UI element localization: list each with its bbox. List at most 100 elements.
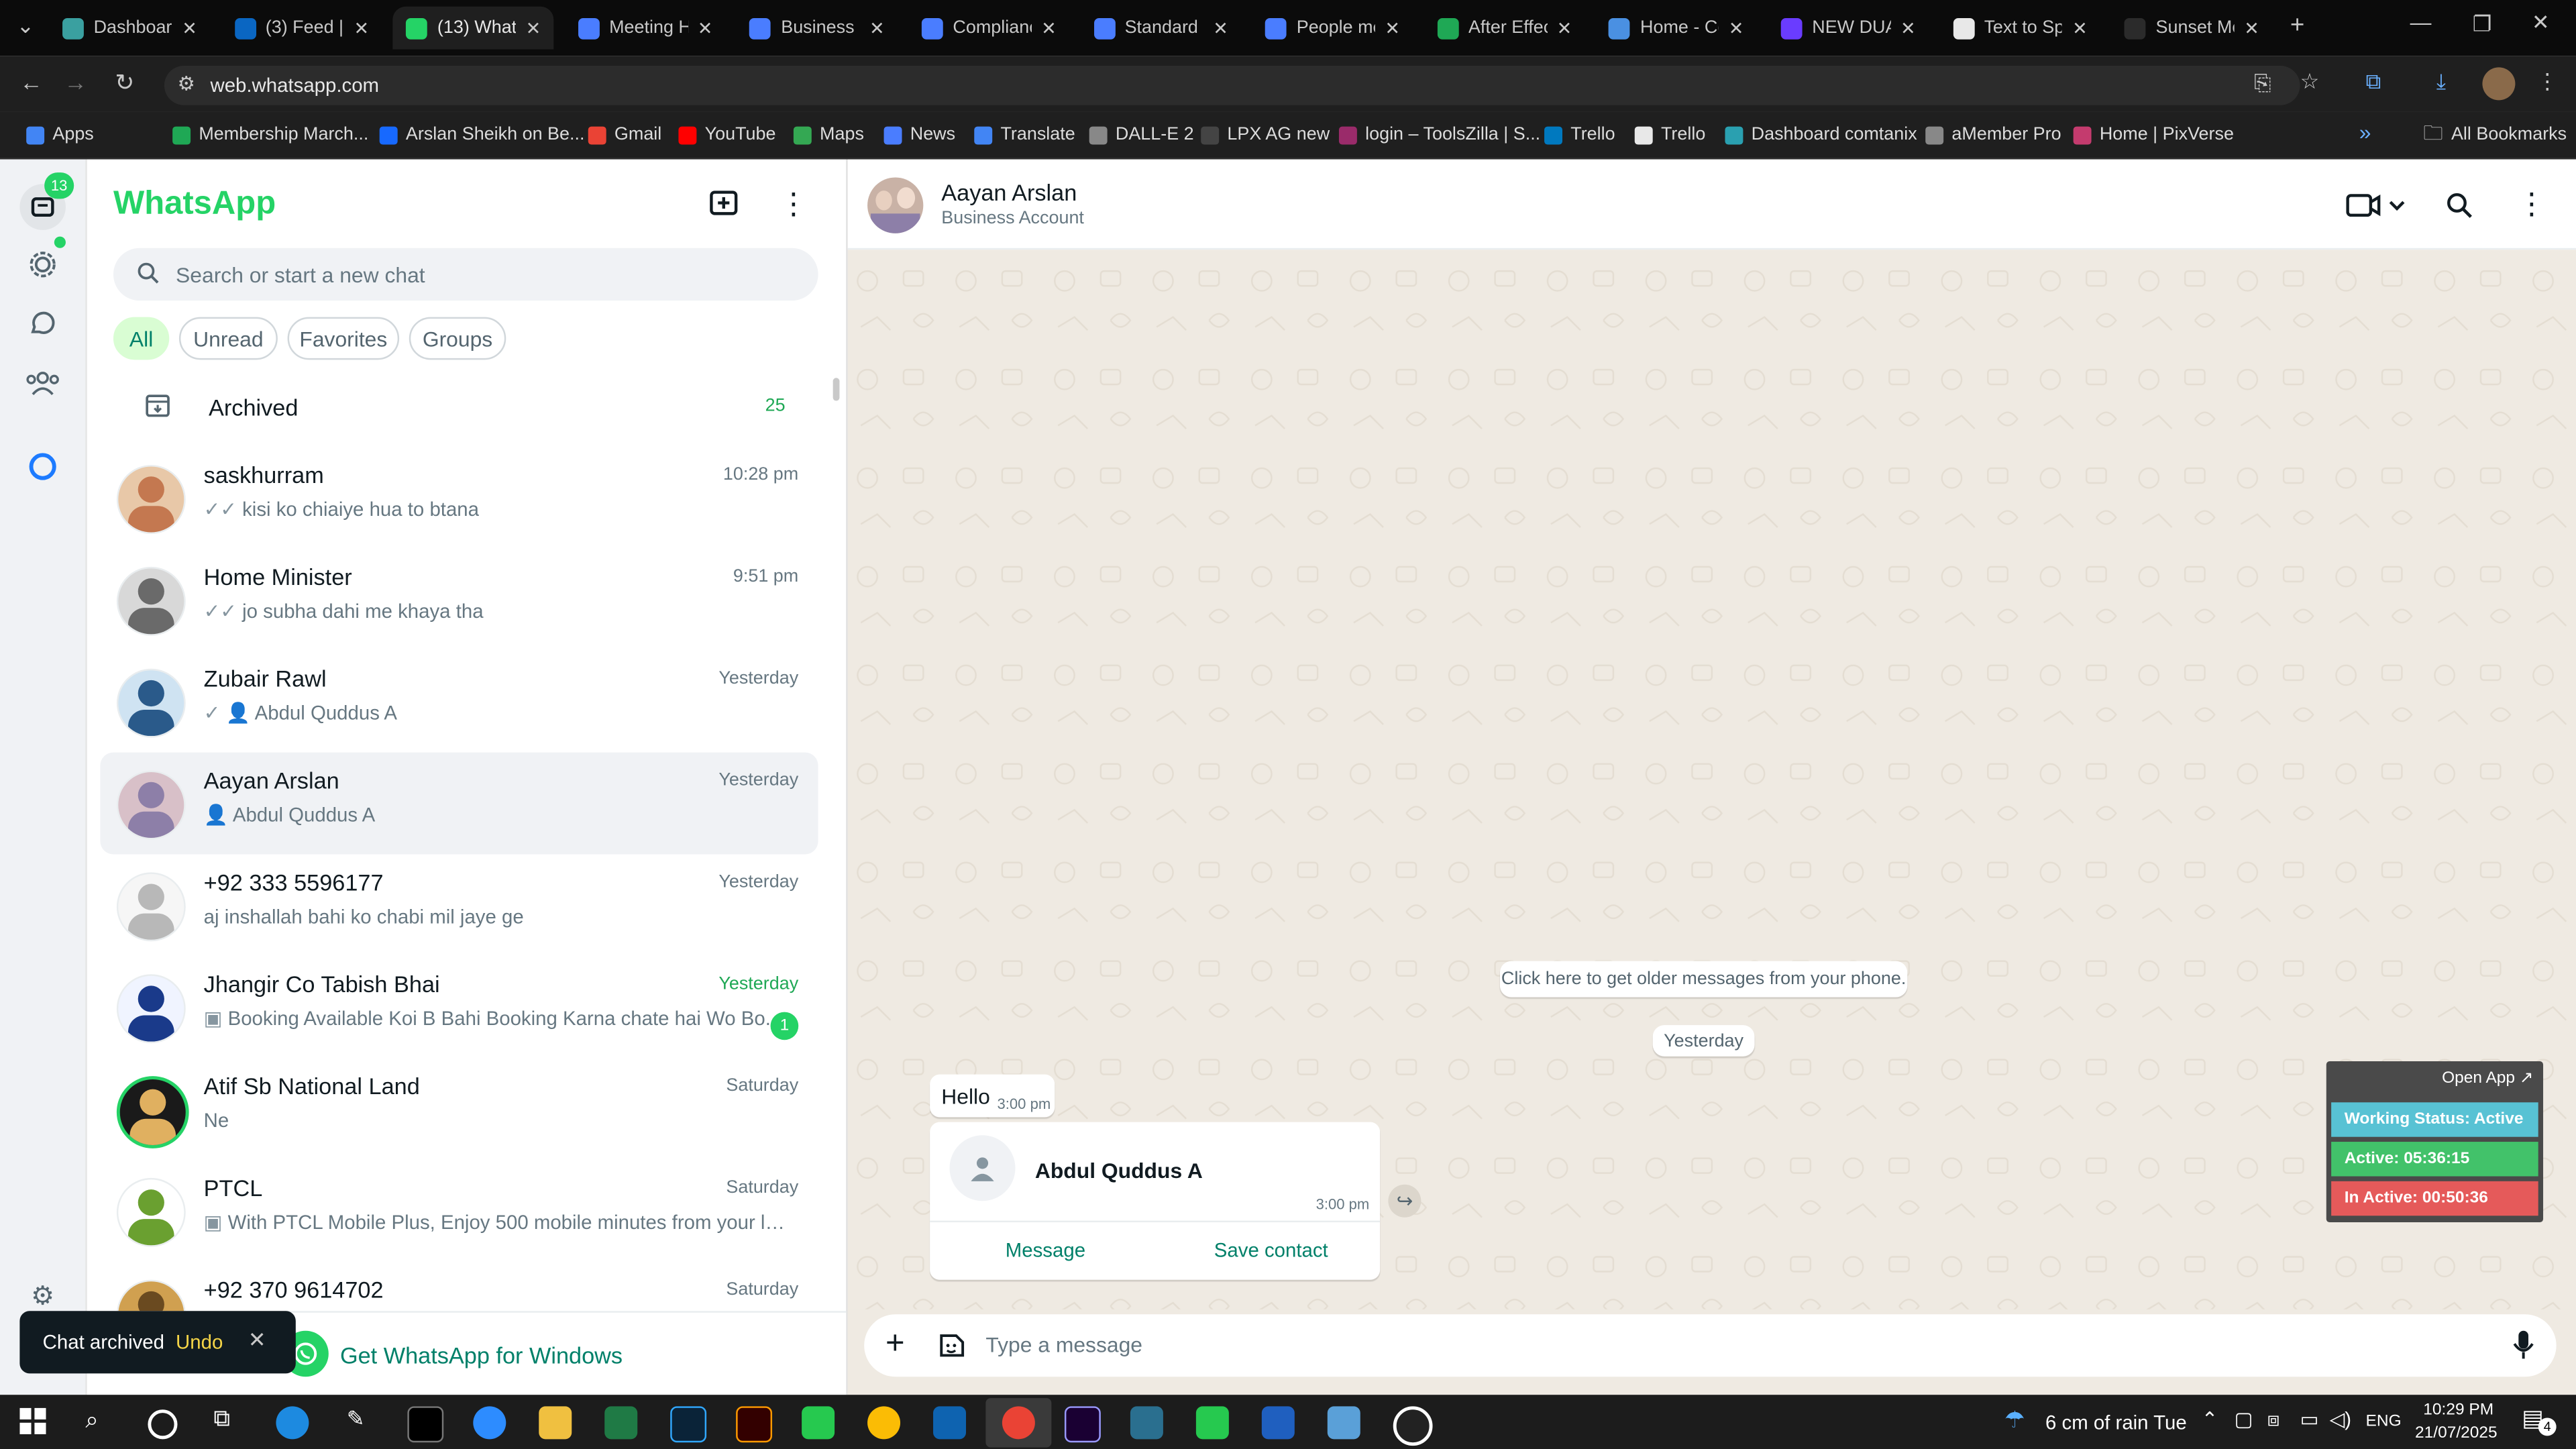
- browser-tab[interactable]: Business T ✕: [737, 7, 898, 50]
- older-messages-button[interactable]: Click here to get older messages from yo…: [1499, 961, 1908, 998]
- extensions-icon[interactable]: ⧉: [2366, 69, 2381, 95]
- tab-close-icon[interactable]: ✕: [1900, 17, 1916, 38]
- bookmark-item[interactable]: News: [883, 121, 955, 148]
- browser-tab[interactable]: Meeting H ✕: [565, 7, 726, 50]
- browser-tab[interactable]: Sunset Mo ✕: [2111, 7, 2272, 50]
- video-call-button[interactable]: [2346, 193, 2412, 219]
- chat-row[interactable]: Aayan Arslan Yesterday 👤 Abdul Quddus A: [100, 752, 818, 855]
- reload-icon[interactable]: ↻: [115, 69, 134, 97]
- bookmark-item[interactable]: Apps: [26, 121, 94, 148]
- browser-tab[interactable]: NEW DUA ✕: [1768, 7, 1929, 50]
- browser-tab[interactable]: Compliance ✕: [908, 7, 1069, 50]
- language-indicator[interactable]: ENG: [2366, 1413, 2402, 1431]
- word-icon[interactable]: [1261, 1406, 1295, 1440]
- chat-row[interactable]: PTCL Saturday ▣ With PTCL Mobile Plus, Enj…: [100, 1160, 818, 1262]
- back-icon[interactable]: ←: [19, 69, 42, 95]
- all-bookmarks[interactable]: 🗀 All Bookmarks: [2423, 121, 2567, 148]
- vscode-icon[interactable]: [933, 1406, 967, 1440]
- browser-tab[interactable]: Standard o ✕: [1080, 7, 1241, 50]
- contact-card-save-button[interactable]: Save contact: [1214, 1239, 1328, 1262]
- bookmark-item[interactable]: login – ToolsZilla | S...: [1338, 121, 1540, 148]
- status-icon[interactable]: [23, 245, 62, 284]
- browser-tab[interactable]: (13) WhatsApp ✕: [392, 6, 554, 50]
- photoshop-icon[interactable]: [670, 1406, 707, 1443]
- clock-time[interactable]: 10:29 PM: [2423, 1401, 2493, 1419]
- tab-close-icon[interactable]: ✕: [1385, 17, 1400, 38]
- clock-date[interactable]: 21/07/2025: [2415, 1424, 2498, 1442]
- tab-close-icon[interactable]: ✕: [182, 17, 197, 38]
- toast-close-icon[interactable]: ✕: [248, 1328, 266, 1354]
- filter-all[interactable]: All: [113, 317, 170, 360]
- omnibox[interactable]: ⚙ web.whatsapp.com: [164, 65, 2300, 105]
- volume-icon[interactable]: ◁): [2330, 1408, 2351, 1431]
- forward-icon[interactable]: ↪: [1388, 1184, 1421, 1218]
- browser-tab[interactable]: Home - Co ✕: [1596, 7, 1757, 50]
- bookmark-item[interactable]: Trello: [1544, 121, 1615, 148]
- conversation-menu-icon[interactable]: ⋮: [2517, 187, 2546, 221]
- new-chat-icon[interactable]: [708, 189, 741, 219]
- tab-close-icon[interactable]: ✕: [526, 17, 541, 38]
- settings-icon[interactable]: ⚙: [23, 1277, 62, 1316]
- filter-groups[interactable]: Groups: [409, 317, 506, 360]
- conversation-header[interactable]: [847, 159, 2576, 250]
- minimize-icon[interactable]: —: [2410, 10, 2432, 35]
- tab-close-icon[interactable]: ✕: [869, 17, 885, 38]
- archived-row[interactable]: Archived 25: [100, 378, 818, 437]
- tab-search-icon[interactable]: ⌄: [16, 13, 34, 40]
- attach-plus-icon[interactable]: +: [885, 1326, 905, 1363]
- chat-row[interactable]: Atif Sb National Land Saturday Ne: [100, 1058, 818, 1160]
- app-diamond-icon[interactable]: [1130, 1406, 1163, 1440]
- chat-row[interactable]: Home Minister 9:51 pm ✓✓ jo subha dahi me …: [100, 549, 818, 651]
- cortana-icon[interactable]: [148, 1409, 178, 1440]
- edge-icon[interactable]: [276, 1406, 309, 1440]
- install-app-icon[interactable]: ⎘: [2254, 70, 2271, 97]
- chatlist-menu-icon[interactable]: ⋮: [779, 187, 808, 221]
- tray-app-icon[interactable]: ▢: [2235, 1408, 2253, 1431]
- chrome-icon[interactable]: [867, 1406, 901, 1440]
- contact-card-message-button[interactable]: Message: [1006, 1239, 1085, 1262]
- chat-row[interactable]: Jhangir Co Tabish Bhai Yesterday ▣ Booking…: [100, 956, 818, 1058]
- bookmark-item[interactable]: LPX AG new: [1201, 121, 1330, 148]
- excel-icon[interactable]: [604, 1406, 638, 1440]
- tab-close-icon[interactable]: ✕: [2072, 17, 2088, 38]
- calculator-icon[interactable]: [1327, 1406, 1360, 1440]
- chat-row[interactable]: Zubair Rawl Yesterday ✓ 👤 Abdul Quddus A: [100, 651, 818, 753]
- contact-card-bubble[interactable]: Abdul Quddus A 3:00 pm Message Save cont…: [930, 1122, 1381, 1280]
- bookmark-star-icon[interactable]: ☆: [2300, 69, 2320, 95]
- profile-avatar[interactable]: [2482, 67, 2516, 101]
- bookmark-item[interactable]: aMember Pro: [1925, 121, 2061, 148]
- taskbar-search-icon[interactable]: ⌕: [85, 1406, 98, 1434]
- tab-close-icon[interactable]: ✕: [1557, 17, 1572, 38]
- illustrator-icon[interactable]: [736, 1406, 773, 1443]
- bookmark-item[interactable]: Membership March...: [172, 121, 368, 148]
- filter-favorites[interactable]: Favorites: [287, 317, 400, 360]
- bookmark-item[interactable]: YouTube: [678, 121, 776, 148]
- browser-tab[interactable]: (3) Feed | L ✕: [221, 7, 382, 50]
- browser-tab[interactable]: People me ✕: [1252, 7, 1413, 50]
- zoom-icon[interactable]: [473, 1406, 506, 1440]
- task-view-icon[interactable]: ⧉: [213, 1405, 229, 1433]
- weather-text[interactable]: 6 cm of rain Tue: [2045, 1411, 2187, 1434]
- tray-meet-icon[interactable]: ⧈: [2267, 1408, 2280, 1433]
- chat-row[interactable]: +92 333 5596177 Yesterday aj inshallah bah…: [100, 854, 818, 956]
- terminal-icon[interactable]: [407, 1406, 444, 1443]
- meta-ai-icon[interactable]: [23, 447, 62, 486]
- chatlist-scrollbar[interactable]: [833, 378, 840, 401]
- green-app-icon[interactable]: [802, 1406, 835, 1440]
- pen-icon[interactable]: ✎: [347, 1406, 365, 1432]
- site-info-icon[interactable]: ⚙: [177, 72, 195, 95]
- widget-open-app-button[interactable]: Open App ↗: [2442, 1069, 2533, 1087]
- windows-start-icon[interactable]: [19, 1407, 46, 1434]
- get-windows-link[interactable]: Get WhatsApp for Windows: [340, 1342, 623, 1368]
- bookmark-item[interactable]: Trello: [1634, 121, 1705, 148]
- bookmark-item[interactable]: Arslan Sheikh on Be...: [379, 121, 584, 148]
- microphone-icon[interactable]: [2512, 1329, 2535, 1362]
- download-icon[interactable]: ⤓: [2436, 69, 2446, 95]
- message-input[interactable]: Type a message: [985, 1332, 1142, 1357]
- bookmark-item[interactable]: Home | PixVerse: [2073, 121, 2234, 148]
- tab-close-icon[interactable]: ✕: [1729, 17, 1744, 38]
- browser-tab[interactable]: Dashboard ✕: [49, 7, 210, 50]
- bookmark-item[interactable]: DALL-E 2: [1089, 121, 1194, 148]
- browser-tab[interactable]: Text to Sp ✕: [1939, 7, 2100, 50]
- restore-icon[interactable]: ❐: [2473, 11, 2492, 38]
